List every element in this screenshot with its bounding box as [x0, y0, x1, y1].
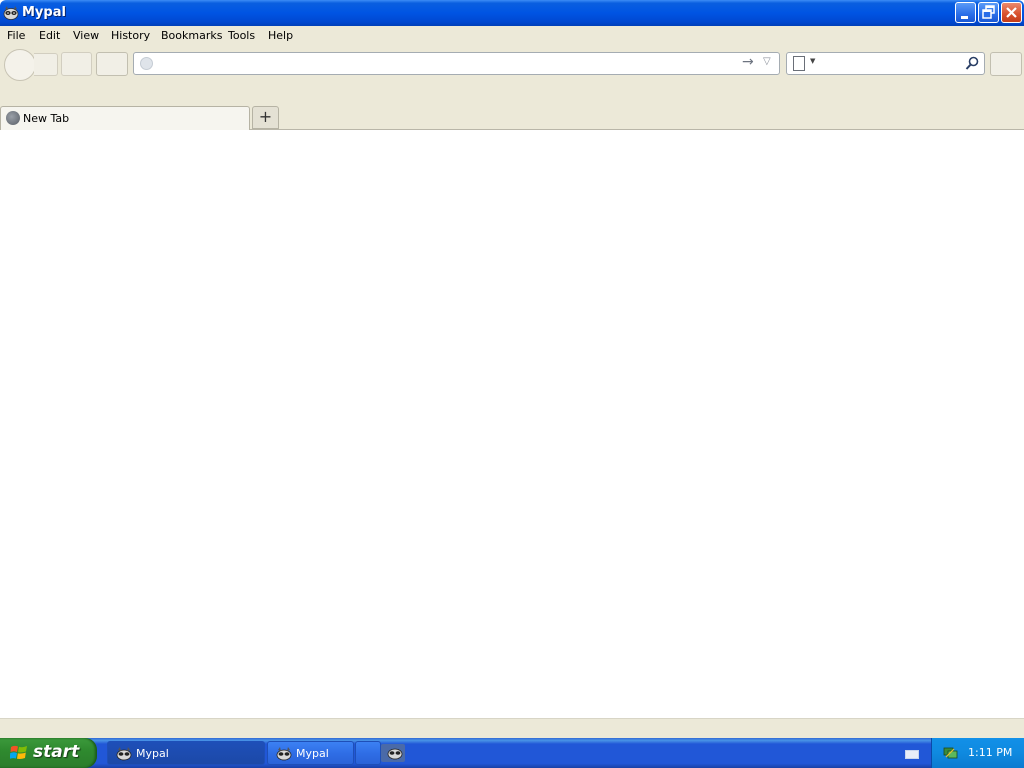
site-identity-icon[interactable]: [140, 57, 153, 70]
close-button[interactable]: [1001, 2, 1022, 23]
home-button[interactable]: [96, 52, 128, 76]
forward-button[interactable]: [34, 53, 58, 76]
taskbar-item-mypal-2[interactable]: Mypal: [267, 741, 354, 765]
window-title-bar[interactable]: Mypal: [0, 0, 1024, 26]
new-tab-button[interactable]: +: [252, 106, 279, 129]
back-button[interactable]: [4, 49, 36, 81]
start-label: start: [33, 742, 80, 762]
taskbar-item-label: Mypal: [136, 747, 169, 760]
toolbar-menu-button[interactable]: [990, 52, 1022, 76]
menu-bar: File Edit View History Bookmarks Tools H…: [0, 26, 1024, 46]
menu-file[interactable]: File: [7, 29, 25, 42]
system-tray: 1:11 PM: [931, 738, 1024, 768]
engine-dropdown-icon[interactable]: ▼: [810, 57, 815, 65]
menu-help[interactable]: Help: [268, 29, 293, 42]
url-bar[interactable]: → ▽: [133, 52, 780, 75]
menu-edit[interactable]: Edit: [39, 29, 60, 42]
menu-tools[interactable]: Tools: [228, 29, 255, 42]
restore-icon: [982, 5, 995, 19]
taskbar-item-label: Mypal: [296, 747, 329, 760]
mypal-raccoon-icon: [276, 747, 292, 761]
search-bar[interactable]: ▼: [786, 52, 985, 75]
taskbar: start Mypal Mypal 1:11 PM: [0, 738, 1024, 768]
close-icon: [1006, 7, 1017, 18]
minimize-button[interactable]: [955, 2, 976, 23]
reload-button[interactable]: [61, 52, 92, 76]
start-button[interactable]: start: [0, 738, 97, 768]
taskbar-item-mypal[interactable]: Mypal: [107, 741, 265, 765]
minimize-icon: [961, 16, 968, 19]
taskbar-item-3[interactable]: [355, 741, 381, 765]
plus-icon: +: [258, 107, 273, 126]
taskbar-item-thumbnail[interactable]: [381, 744, 405, 762]
menu-history[interactable]: History: [111, 29, 150, 42]
window-title: Mypal: [22, 5, 66, 20]
restore-button[interactable]: [978, 2, 999, 23]
go-arrow-icon[interactable]: →: [742, 54, 754, 70]
tab-strip: New Tab +: [0, 84, 1024, 130]
mypal-raccoon-icon: [387, 748, 403, 760]
system-clock[interactable]: 1:11 PM: [968, 746, 1012, 759]
network-icon[interactable]: [942, 746, 958, 760]
menu-view[interactable]: View: [73, 29, 99, 42]
search-input[interactable]: [821, 56, 961, 71]
tab-label: New Tab: [23, 112, 70, 125]
mypal-raccoon-icon: [3, 6, 19, 20]
tab-new-tab[interactable]: New Tab: [0, 106, 250, 130]
search-engine-icon[interactable]: [793, 56, 805, 71]
page-content[interactable]: [0, 130, 1024, 718]
navigation-toolbar: → ▽ ▼: [0, 46, 1024, 84]
status-bar: [0, 718, 1024, 738]
globe-icon: [6, 111, 20, 125]
mypal-raccoon-icon: [116, 747, 132, 761]
keyboard-icon[interactable]: [905, 750, 919, 759]
windows-logo-icon: [10, 745, 27, 760]
url-history-dropdown-icon[interactable]: ▽: [763, 56, 771, 67]
url-input[interactable]: [158, 56, 738, 71]
search-icon[interactable]: [965, 56, 979, 71]
menu-bookmarks[interactable]: Bookmarks: [161, 29, 222, 42]
